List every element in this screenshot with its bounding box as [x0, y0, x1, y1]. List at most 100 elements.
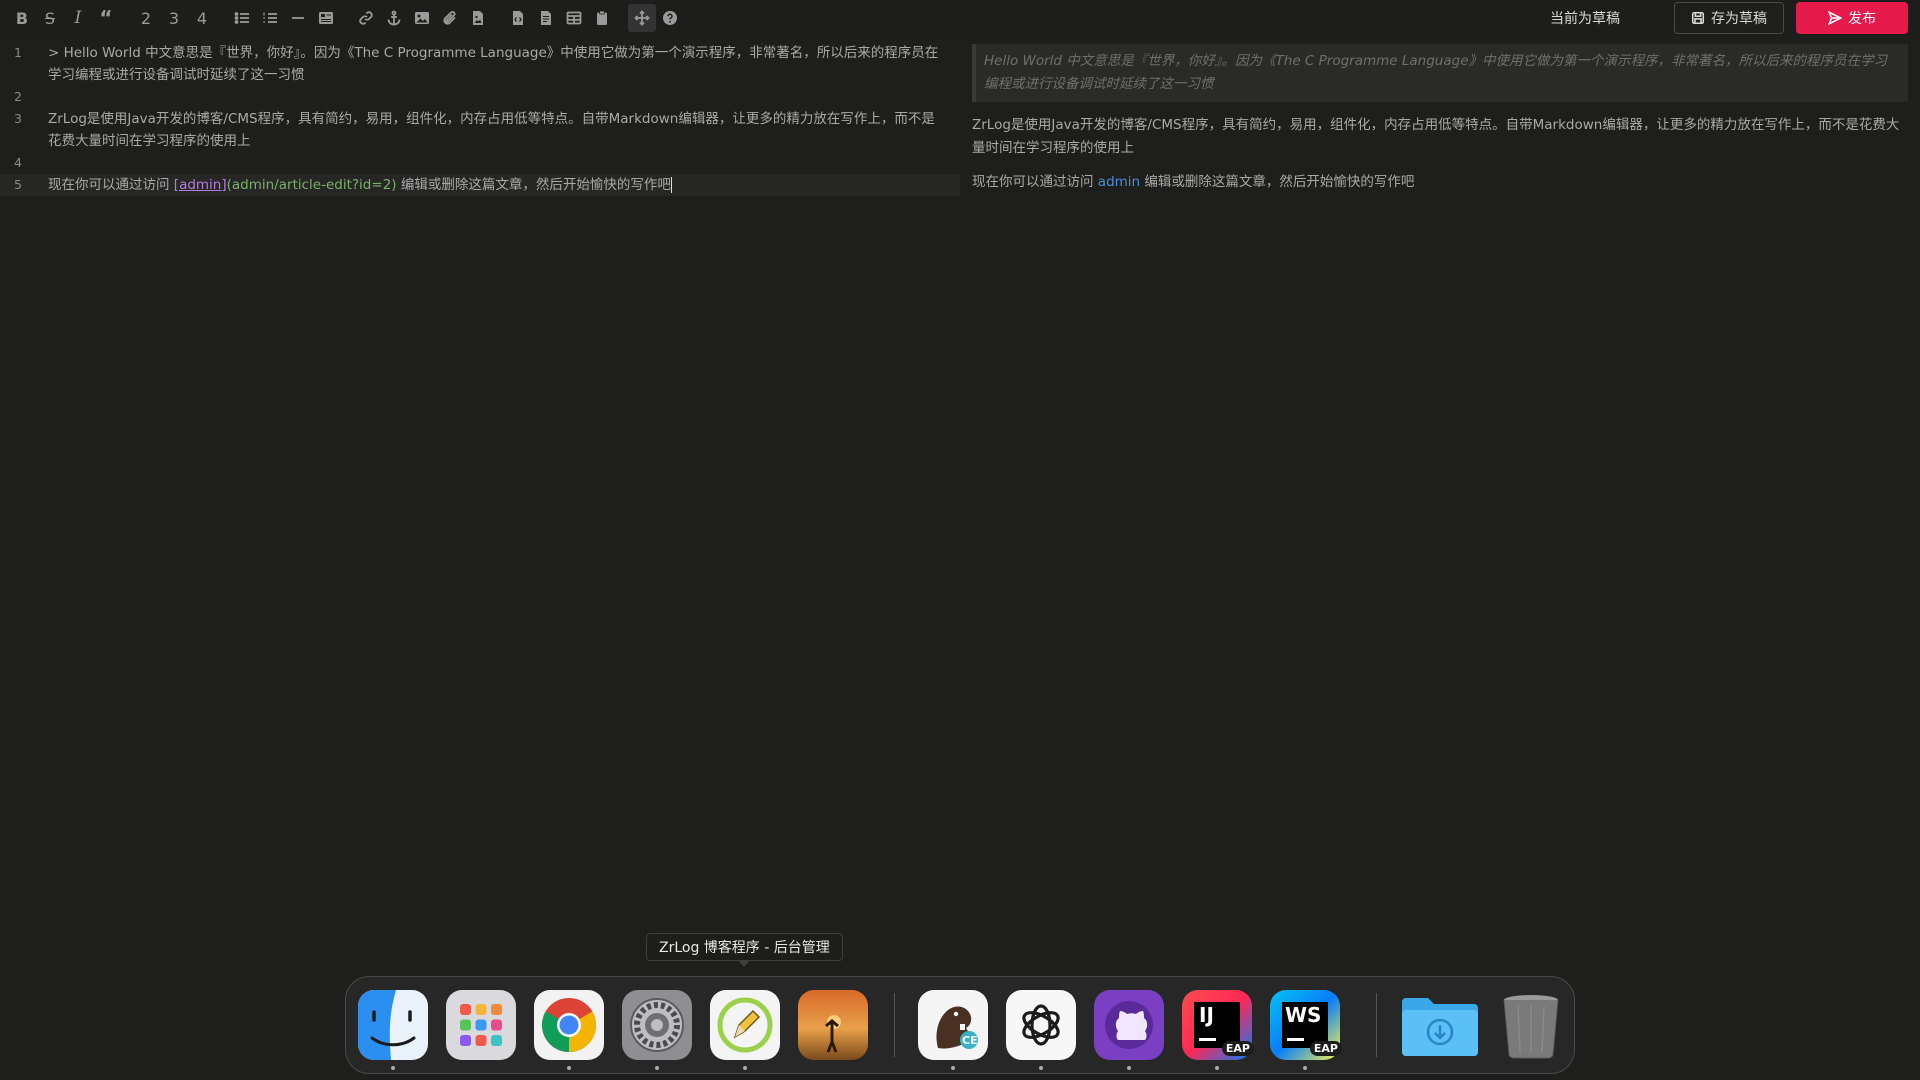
text-cursor: [670, 177, 672, 193]
launchpad-app[interactable]: [446, 990, 516, 1060]
dock-separator: [1376, 993, 1377, 1057]
preview-text: 编辑或删除这篇文章，然后开始愉快的写作吧: [1140, 174, 1415, 190]
preview-paragraph: 现在你可以通过访问 admin 编辑或删除这篇文章，然后开始愉快的写作吧: [972, 171, 1908, 194]
heading4-button[interactable]: 4: [188, 4, 216, 32]
line-text[interactable]: 现在你可以通过访问 [admin](admin/article-edit?id=…: [36, 174, 948, 196]
trash-icon: [1503, 995, 1559, 1059]
list-ol-icon: [263, 12, 277, 23]
dbeaver-app[interactable]: CE: [918, 990, 988, 1060]
intellij-idea-app[interactable]: IJ EAP: [1182, 990, 1254, 1060]
preview-paragraph: ZrLog是使用Java开发的博客/CMS程序，具有简约，易用，组件化，内存占用…: [972, 117, 1900, 156]
eap-badge: EAP: [1309, 1041, 1342, 1056]
markdown-editor[interactable]: 1 > Hello World 中文意思是『世界，你好』。因为《The C Pr…: [0, 36, 960, 1080]
gear-icon: [622, 990, 692, 1060]
publish-button[interactable]: 发布: [1796, 2, 1908, 34]
italic-button[interactable]: I: [64, 4, 92, 32]
image-button[interactable]: [408, 4, 436, 32]
file-code-block-icon: [541, 11, 551, 25]
strikethrough-button[interactable]: S: [36, 4, 64, 32]
help-button[interactable]: [656, 4, 684, 32]
line-text[interactable]: [36, 152, 948, 174]
attachment-button[interactable]: [436, 4, 464, 32]
line-text[interactable]: [36, 86, 948, 108]
clipboard-button[interactable]: [588, 4, 616, 32]
running-indicator: [1215, 1066, 1219, 1070]
eap-badge: EAP: [1221, 1041, 1254, 1056]
markdown-link-text: [admin]: [173, 177, 227, 193]
file-button[interactable]: [464, 4, 492, 32]
heading3-label: 3: [168, 8, 180, 28]
finder-icon: [358, 990, 428, 1060]
webstorm-app[interactable]: WS EAP: [1270, 990, 1342, 1060]
editor-line[interactable]: 1 > Hello World 中文意思是『世界，你好』。因为《The C Pr…: [0, 42, 960, 86]
beaver-icon: [918, 990, 988, 1060]
github-desktop-app[interactable]: [1094, 990, 1164, 1060]
list-ul-icon: [234, 12, 249, 24]
editor-toolbar: B S I “ 2 3 4 当前为草稿 存为草稿 发布: [0, 0, 1920, 36]
line-text[interactable]: ZrLog是使用Java开发的博客/CMS程序，具有简约，易用，组件化，内存占用…: [36, 108, 948, 152]
photo-app[interactable]: [798, 990, 868, 1060]
horizontal-rule-button[interactable]: [284, 4, 312, 32]
heading2-button[interactable]: 2: [132, 4, 160, 32]
chrome-app[interactable]: [534, 990, 604, 1060]
line-number: 4: [14, 155, 22, 170]
trash[interactable]: [1496, 990, 1566, 1060]
markdown-link-url: (admin/article-edit?id=2): [226, 177, 397, 193]
heading3-button[interactable]: 3: [160, 4, 188, 32]
editor-line[interactable]: 2: [0, 86, 960, 108]
send-icon: [1828, 11, 1842, 25]
pencil-app[interactable]: [710, 990, 780, 1060]
publish-label: 发布: [1848, 10, 1876, 26]
launchpad-icon: [446, 990, 516, 1060]
paperclip-icon: [443, 11, 456, 25]
line-text[interactable]: > Hello World 中文意思是『世界，你好』。因为《The C Prog…: [36, 42, 948, 86]
heading4-label: 4: [196, 8, 208, 28]
line-number: 1: [14, 45, 22, 60]
save-icon: [1691, 11, 1705, 25]
anchor-icon: [387, 10, 401, 26]
running-indicator: [1303, 1066, 1307, 1070]
header-actions: 当前为草稿 存为草稿 发布: [1550, 2, 1920, 34]
editor-line[interactable]: 4: [0, 152, 960, 174]
editor-line[interactable]: 3 ZrLog是使用Java开发的博客/CMS程序，具有简约，易用，组件化，内存…: [0, 108, 960, 152]
markdown-preview: Hello World 中文意思是『世界，你好』。因为《The C Progra…: [960, 36, 1920, 1080]
table-icon: [566, 11, 582, 25]
minus-icon: [292, 17, 304, 19]
downloads-folder-icon: [1402, 998, 1478, 1056]
finder-app[interactable]: [358, 990, 428, 1060]
preview-text: 现在你可以通过访问: [972, 174, 1098, 190]
running-indicator: [951, 1066, 955, 1070]
arrows-move-icon: [634, 10, 650, 26]
code-button[interactable]: [504, 4, 532, 32]
line-number: 5: [14, 177, 22, 192]
ordered-list-button[interactable]: [256, 4, 284, 32]
ij-label: IJ: [1199, 1003, 1214, 1027]
save-draft-button[interactable]: 存为草稿: [1674, 2, 1784, 34]
quote-button[interactable]: “: [92, 4, 120, 32]
fullscreen-button[interactable]: [628, 4, 656, 32]
preview-blockquote: Hello World 中文意思是『世界，你好』。因为《The C Progra…: [972, 44, 1908, 102]
table-button[interactable]: [560, 4, 588, 32]
line-number: 3: [14, 111, 22, 126]
line-suffix: 编辑或删除这篇文章，然后开始愉快的写作吧: [396, 177, 671, 193]
unordered-list-button[interactable]: [228, 4, 256, 32]
image-icon: [415, 12, 429, 24]
photo-icon: [798, 990, 868, 1060]
anchor-button[interactable]: [380, 4, 408, 32]
code-block-button[interactable]: [532, 4, 560, 32]
link-button[interactable]: [352, 4, 380, 32]
openai-icon: [1006, 990, 1076, 1060]
system-settings-app[interactable]: [622, 990, 692, 1060]
link-icon: [359, 11, 373, 25]
preview-admin-link[interactable]: admin: [1098, 174, 1140, 190]
file-image-icon: [473, 11, 483, 25]
bold-icon: B: [15, 8, 29, 28]
editor-line-current[interactable]: 5 现在你可以通过访问 [admin](admin/article-edit?i…: [0, 174, 960, 196]
chatgpt-app[interactable]: [1006, 990, 1076, 1060]
bold-button[interactable]: B: [8, 4, 36, 32]
table-of-contents-button[interactable]: [312, 4, 340, 32]
running-indicator: [1039, 1066, 1043, 1070]
heading2-label: 2: [140, 8, 152, 28]
clipboard-icon: [597, 10, 607, 25]
downloads-folder[interactable]: [1400, 990, 1478, 1060]
